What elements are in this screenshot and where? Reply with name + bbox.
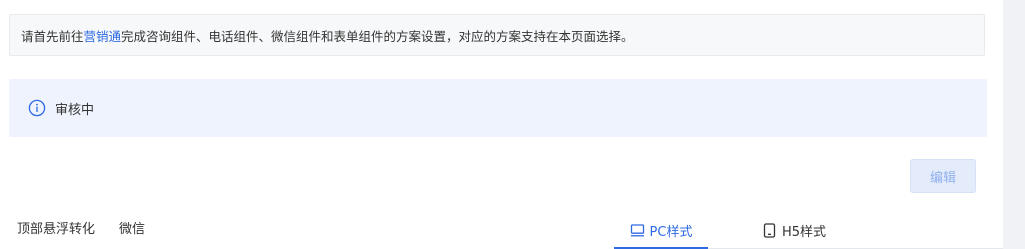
marketing-link[interactable]: 营销通	[84, 26, 122, 45]
status-panel: 审核中	[9, 79, 987, 137]
notice-prefix: 请首先前往	[21, 28, 84, 44]
tab-h5-style[interactable]: H5样式	[762, 213, 826, 248]
edit-button[interactable]: 编辑	[910, 159, 976, 193]
mobile-icon	[762, 223, 777, 238]
notice-banner: 请首先前往 营销通 完成咨询组件、电话组件、微信组件和表单组件的方案设置，对应的方案…	[9, 14, 985, 56]
monitor-icon	[630, 223, 645, 238]
tab-h5-style-label: H5样式	[782, 225, 827, 240]
page: 请首先前往 营销通 完成咨询组件、电话组件、微信组件和表单组件的方案设置，对应的方案…	[0, 0, 1025, 249]
tab-pc-style-label: PC样式	[649, 224, 693, 240]
conversion-tabs: 顶部悬浮转化 微信	[17, 218, 145, 237]
right-gutter	[1003, 0, 1025, 249]
notice-suffix: 完成咨询组件、电话组件、微信组件和表单组件的方案设置，对应的方案支持在本页面选择…	[121, 28, 634, 44]
style-tabs: PC样式 H5样式	[614, 213, 1003, 249]
tab-top-float-conversion[interactable]: 顶部悬浮转化	[17, 218, 95, 237]
tab-pc-style[interactable]: PC样式	[614, 213, 708, 249]
tab-wechat[interactable]: 微信	[119, 218, 145, 237]
info-icon	[28, 99, 46, 117]
status-text: 审核中	[55, 102, 95, 118]
